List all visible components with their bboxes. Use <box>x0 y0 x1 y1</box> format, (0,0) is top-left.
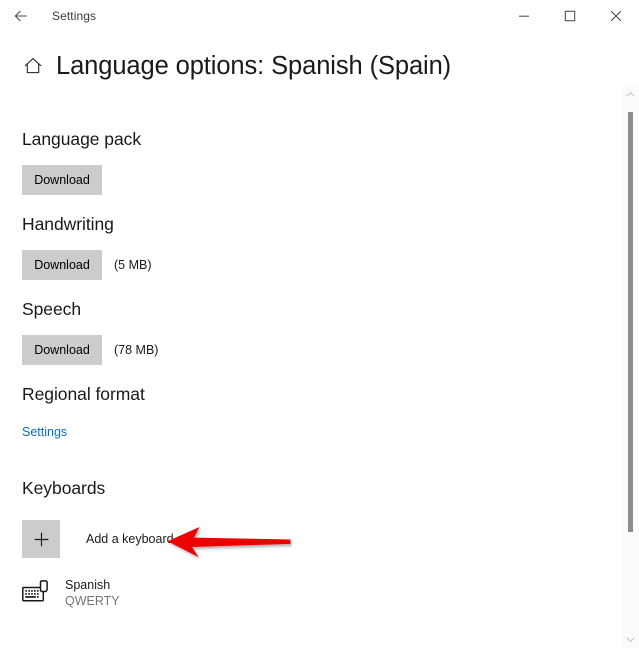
handwriting-row: Download (5 MB) <box>22 250 152 280</box>
keyboard-icon <box>22 578 56 608</box>
speech-row: Download (78 MB) <box>22 335 158 365</box>
back-button[interactable] <box>0 0 42 31</box>
speech-size-note: (78 MB) <box>114 343 159 357</box>
add-keyboard-label: Add a keyboard <box>86 532 174 546</box>
scrollbar-track[interactable] <box>622 103 639 631</box>
plus-icon[interactable] <box>22 520 60 558</box>
chevron-up-icon[interactable] <box>622 86 639 103</box>
download-handwriting-button[interactable]: Download <box>22 250 102 280</box>
page-header: Language options: Spanish (Spain) <box>0 45 560 87</box>
keyboard-list-item[interactable]: Spanish QWERTY <box>22 577 120 609</box>
chevron-down-icon[interactable] <box>622 631 639 648</box>
section-heading-language-pack: Language pack <box>22 129 142 149</box>
scrollbar-thumb[interactable] <box>628 112 633 532</box>
handwriting-size-note: (5 MB) <box>114 258 152 272</box>
section-heading-speech: Speech <box>22 299 82 319</box>
close-button[interactable] <box>593 0 639 31</box>
keyboard-item-layout: QWERTY <box>65 594 120 608</box>
keyboard-item-name: Spanish <box>65 578 111 592</box>
page-title: Language options: Spanish (Spain) <box>56 51 452 80</box>
keyboard-item-text: Spanish QWERTY <box>65 577 120 609</box>
minimize-button[interactable] <box>501 0 547 31</box>
add-keyboard-row[interactable]: Add a keyboard <box>22 520 174 558</box>
maximize-button[interactable] <box>547 0 593 31</box>
download-speech-button[interactable]: Download <box>22 335 102 365</box>
regional-format-settings-link[interactable]: Settings <box>22 425 67 439</box>
vertical-scrollbar[interactable] <box>622 86 639 648</box>
section-heading-keyboards: Keyboards <box>22 478 106 498</box>
download-language-pack-button[interactable]: Download <box>22 165 102 195</box>
title-bar: Settings <box>0 0 639 31</box>
home-icon[interactable] <box>14 56 52 76</box>
section-heading-regional-format: Regional format <box>22 384 145 404</box>
window-title: Settings <box>52 8 97 23</box>
language-pack-row: Download <box>22 165 102 195</box>
section-heading-handwriting: Handwriting <box>22 214 114 234</box>
settings-content: Language pack Download Handwriting Downl… <box>0 110 612 648</box>
